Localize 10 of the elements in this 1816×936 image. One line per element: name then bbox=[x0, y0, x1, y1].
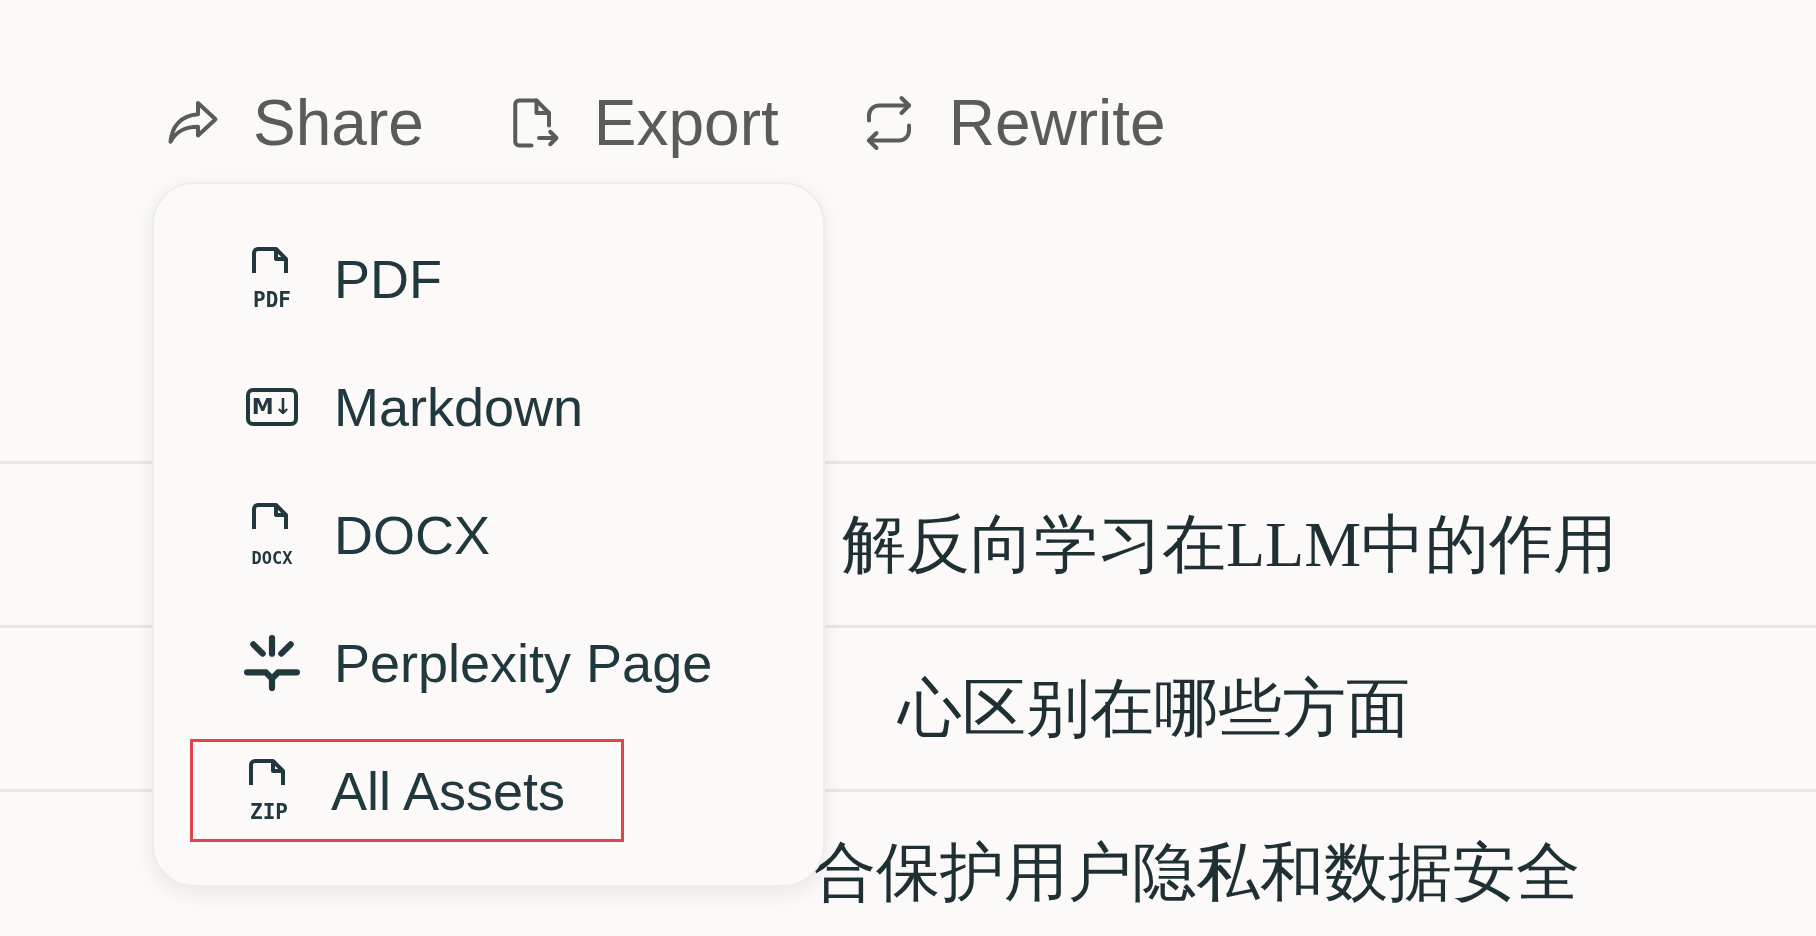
menu-item[interactable]: ZIP All Assets bbox=[190, 739, 624, 842]
question-text[interactable]: 解反向学习在LLM中的作用 bbox=[842, 501, 1618, 588]
menu-item[interactable]: PDF PDF bbox=[190, 227, 624, 330]
menu-item[interactable]: Perplexity Page bbox=[190, 611, 716, 714]
menu-item[interactable]: M↓ Markdown bbox=[190, 355, 624, 458]
rewrite-button[interactable]: Rewrite bbox=[858, 86, 1166, 160]
share-button[interactable]: Share bbox=[163, 86, 424, 160]
question-text[interactable]: 心区别在哪些方面 bbox=[898, 665, 1410, 752]
menu-item[interactable]: DOCX DOCX bbox=[190, 483, 624, 586]
export-button[interactable]: Export bbox=[503, 86, 779, 160]
